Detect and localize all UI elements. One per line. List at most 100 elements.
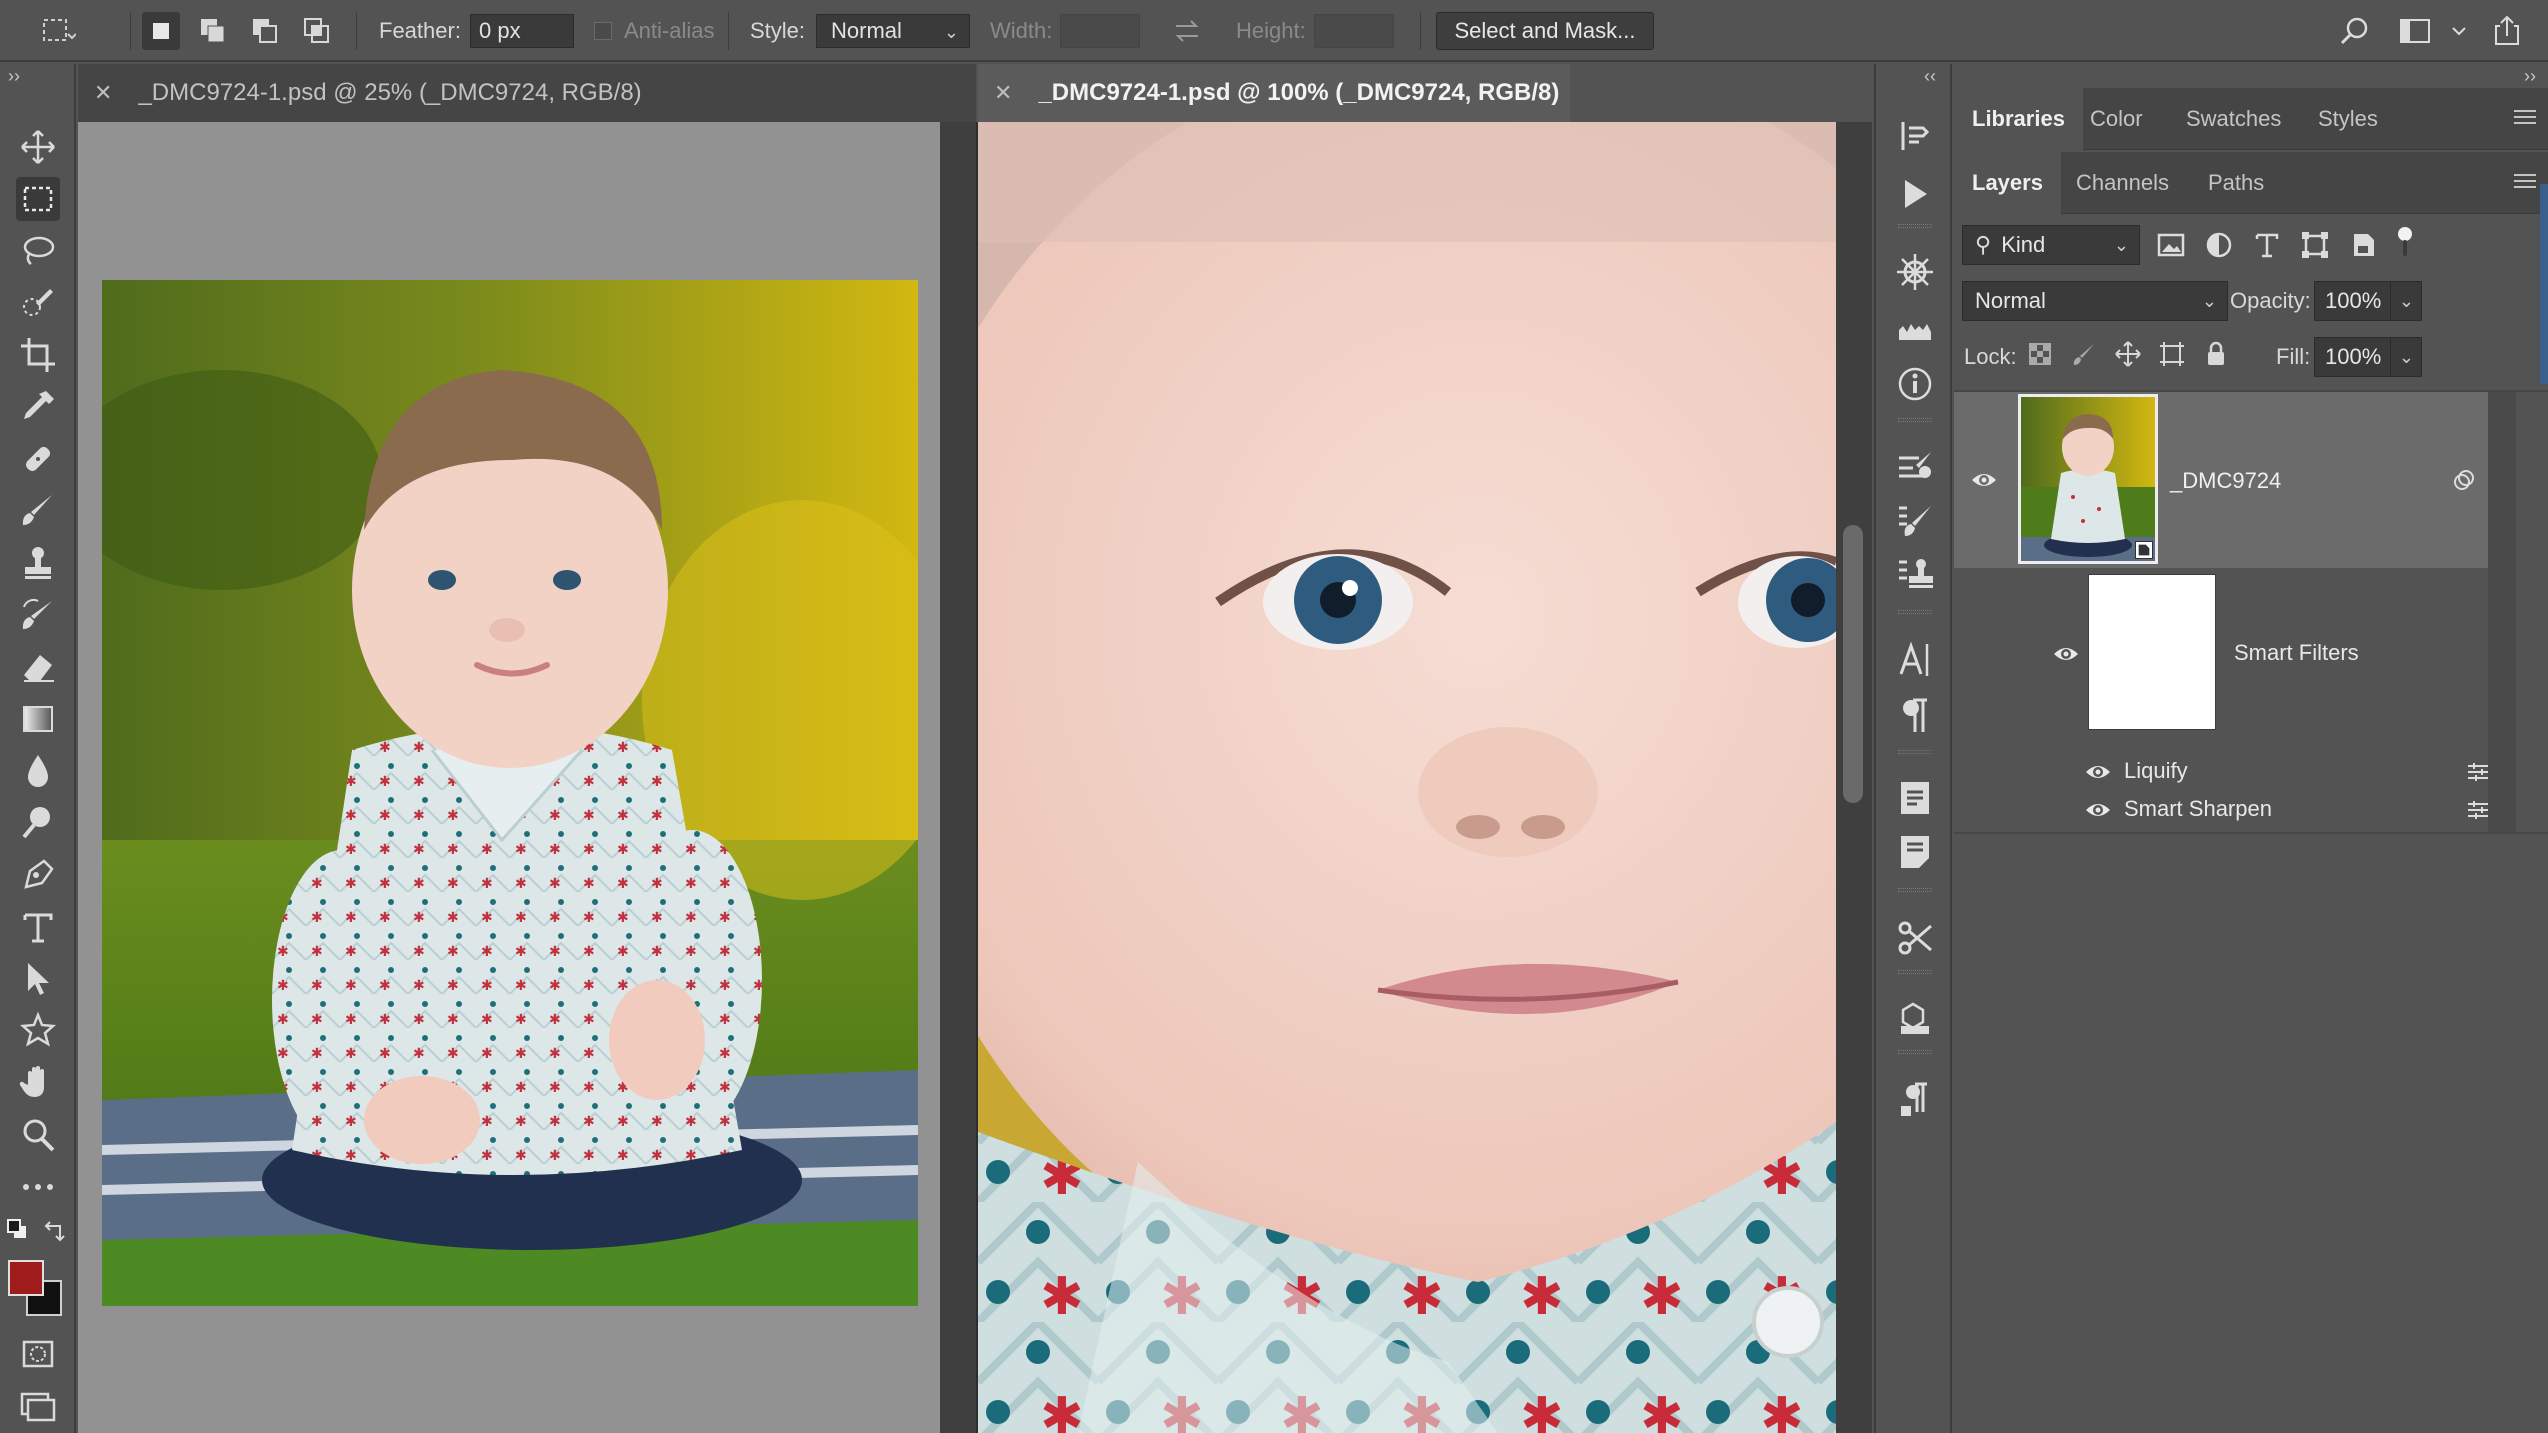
swap-width-height-icon[interactable]: [1168, 12, 1206, 50]
tab-layers[interactable]: Layers: [1954, 152, 2061, 214]
foreground-color-swatch[interactable]: [8, 1260, 44, 1296]
layer-thumbnail[interactable]: [2018, 394, 2158, 564]
dock-grip[interactable]: [1898, 610, 1932, 614]
dodge-tool-icon[interactable]: [16, 801, 60, 845]
add-to-selection-icon[interactable]: [194, 12, 232, 50]
tool-presets-icon[interactable]: [1893, 916, 1937, 960]
filter-liquify[interactable]: Liquify: [2124, 758, 2188, 784]
paragraph-styles-icon[interactable]: [1893, 1078, 1937, 1122]
dock-grip[interactable]: [1898, 224, 1932, 228]
document-canvas-100[interactable]: ✱: [978, 122, 1836, 1433]
visibility-eye-icon[interactable]: [2052, 640, 2080, 668]
visibility-eye-icon[interactable]: [1970, 466, 1998, 494]
brushes-panel-icon[interactable]: [1893, 498, 1937, 542]
collapse-panels-icon[interactable]: ‹‹: [1924, 66, 1936, 87]
width-input[interactable]: [1060, 14, 1140, 48]
default-colors-icon[interactable]: [4, 1216, 34, 1246]
antialias-checkbox[interactable]: Anti-alias: [594, 0, 714, 62]
visibility-eye-icon[interactable]: [2084, 758, 2110, 784]
subtract-from-selection-icon[interactable]: [246, 12, 284, 50]
filter-toggle-icon[interactable]: [2394, 226, 2416, 260]
zoom-tool-icon[interactable]: [16, 1113, 60, 1157]
filter-blending-options-icon[interactable]: [2466, 760, 2490, 784]
dock-grip[interactable]: [1898, 750, 1932, 754]
hand-tool-icon[interactable]: [16, 1061, 60, 1105]
filter-blending-options-icon[interactable]: [2466, 798, 2490, 822]
search-icon[interactable]: [2336, 12, 2374, 50]
opacity-input[interactable]: 100%: [2314, 281, 2392, 321]
history-panel-icon[interactable]: [1893, 114, 1937, 158]
dock-grip[interactable]: [1898, 970, 1932, 974]
blend-mode-select[interactable]: Normal ⌄: [1962, 281, 2228, 321]
intersect-selection-icon[interactable]: [298, 12, 336, 50]
brush-settings-icon[interactable]: [1893, 444, 1937, 488]
layer-name[interactable]: _DMC9724: [2170, 468, 2281, 494]
screen-mode-icon[interactable]: [16, 1384, 60, 1428]
height-input[interactable]: [1314, 14, 1394, 48]
visibility-eye-icon[interactable]: [2084, 796, 2110, 822]
chevron-down-icon[interactable]: [2440, 12, 2466, 50]
filter-type-icon[interactable]: [2250, 228, 2284, 262]
new-selection-icon[interactable]: [142, 12, 180, 50]
move-tool-icon[interactable]: [16, 125, 60, 169]
panel-menu-icon[interactable]: [2514, 110, 2536, 128]
more-tools-icon[interactable]: [16, 1165, 60, 1209]
eyedropper-tool-icon[interactable]: [16, 385, 60, 429]
dock-grip[interactable]: [1898, 888, 1932, 892]
quick-selection-tool-icon[interactable]: [16, 281, 60, 325]
smart-filter-mask-thumbnail[interactable]: [2088, 574, 2216, 730]
lasso-tool-icon[interactable]: [16, 229, 60, 273]
fill-input[interactable]: 100%: [2314, 337, 2392, 377]
histogram-icon[interactable]: [1893, 306, 1937, 350]
custom-shape-tool-icon[interactable]: [16, 1009, 60, 1053]
pen-tool-icon[interactable]: [16, 853, 60, 897]
document-canvas-25[interactable]: ✱: [78, 122, 940, 1433]
filter-pixel-icon[interactable]: [2154, 228, 2188, 262]
close-icon[interactable]: ✕: [94, 80, 112, 106]
rectangular-marquee-preset-icon[interactable]: [38, 12, 77, 50]
paragraph-panel-icon[interactable]: [1893, 694, 1937, 738]
style-select[interactable]: Normal ⌄: [816, 14, 970, 48]
type-tool-icon[interactable]: [16, 905, 60, 949]
crop-tool-icon[interactable]: [16, 333, 60, 377]
gradient-tool-icon[interactable]: [16, 697, 60, 741]
feather-input[interactable]: 0 px: [470, 14, 574, 48]
layer-row-dmc9724[interactable]: _DMC9724: [1954, 392, 2516, 568]
tab-libraries[interactable]: Libraries: [1954, 88, 2083, 150]
lock-image-pixels-icon[interactable]: [2070, 340, 2098, 368]
smart-filters-group[interactable]: Smart Filters Liquify Smart Sharpen: [1954, 568, 2488, 832]
workspace-icon[interactable]: [2396, 12, 2434, 50]
tab-swatches[interactable]: Swatches: [2168, 88, 2299, 150]
tab-paths[interactable]: Paths: [2190, 152, 2282, 214]
healing-brush-tool-icon[interactable]: [16, 437, 60, 481]
document-tab-100[interactable]: ✕ _DMC9724-1.psd @ 100% (_DMC9724, RGB/8…: [978, 64, 1570, 122]
dock-grip[interactable]: [1898, 418, 1932, 422]
navigator-icon[interactable]: [1893, 250, 1937, 294]
document-scrollbar[interactable]: [940, 122, 976, 1433]
dock-grip[interactable]: [1898, 1050, 1932, 1054]
clone-stamp-tool-icon[interactable]: [16, 541, 60, 585]
fill-dropdown[interactable]: ⌄: [2390, 337, 2422, 377]
rectangular-marquee-tool-icon[interactable]: [16, 177, 60, 221]
lock-transparent-pixels-icon[interactable]: [2026, 340, 2054, 368]
path-selection-tool-icon[interactable]: [16, 957, 60, 1001]
layers-scrollbar[interactable]: [2488, 392, 2516, 832]
expand-panels-icon[interactable]: ››: [2524, 66, 2536, 87]
lock-position-icon[interactable]: [2114, 340, 2142, 368]
clone-source-icon[interactable]: [1893, 552, 1937, 596]
lock-all-icon[interactable]: [2202, 340, 2230, 368]
history-brush-tool-icon[interactable]: [16, 593, 60, 637]
select-and-mask-button[interactable]: Select and Mask...: [1436, 12, 1654, 50]
document-tab-25[interactable]: ✕ _DMC9724-1.psd @ 25% (_DMC9724, RGB/8): [78, 64, 976, 122]
character-panel-icon[interactable]: [1893, 638, 1937, 682]
scrollbar-thumb[interactable]: [1843, 525, 1863, 803]
smart-filters-label[interactable]: Smart Filters: [2234, 640, 2359, 666]
3d-panel-icon[interactable]: [1893, 996, 1937, 1040]
actions-play-icon[interactable]: [1893, 172, 1937, 216]
opacity-dropdown[interactable]: ⌄: [2390, 281, 2422, 321]
tab-styles[interactable]: Styles: [2300, 88, 2396, 150]
filter-smart-sharpen[interactable]: Smart Sharpen: [2124, 796, 2272, 822]
filter-kind-select[interactable]: ⚲ Kind ⌄: [1962, 225, 2140, 265]
tab-channels[interactable]: Channels: [2058, 152, 2187, 214]
share-icon[interactable]: [2488, 12, 2526, 50]
